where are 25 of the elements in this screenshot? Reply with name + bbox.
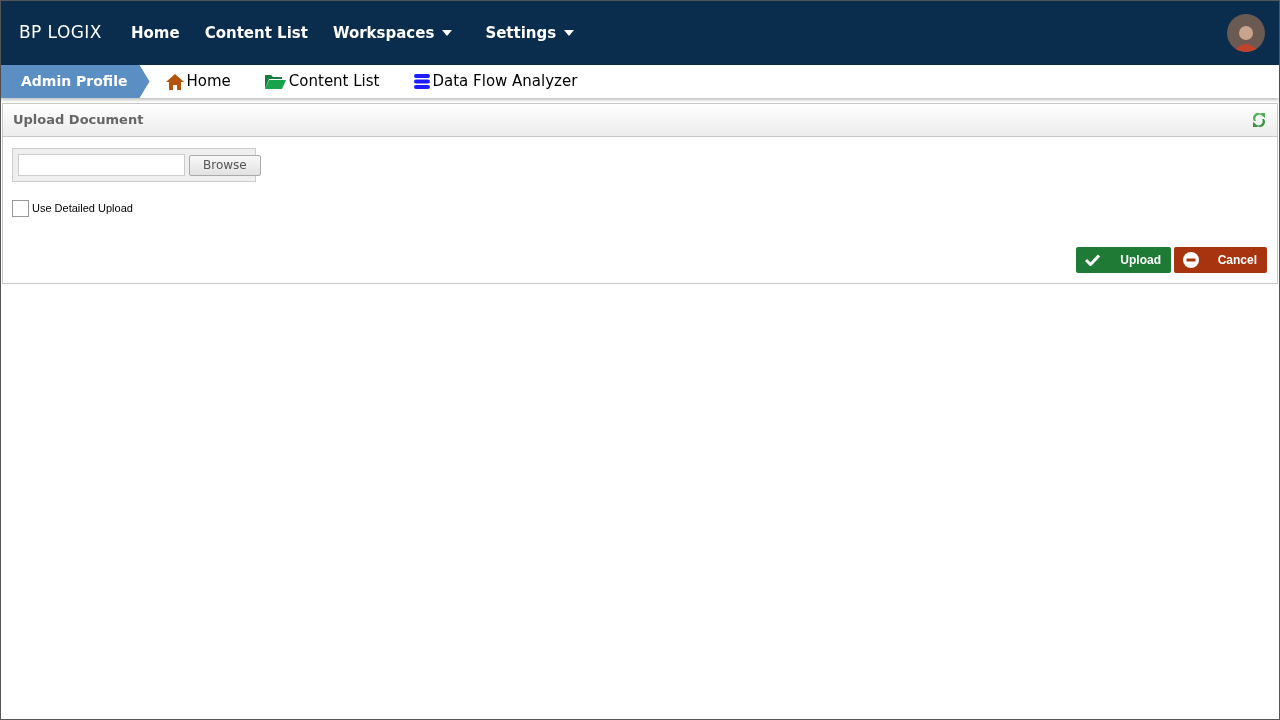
upload-button[interactable]: Upload bbox=[1076, 247, 1171, 273]
caret-icon bbox=[564, 30, 575, 36]
logo: BP LOGIX bbox=[19, 21, 103, 45]
nav-link[interactable]: Content List bbox=[204, 21, 308, 45]
panel-title: Upload Document bbox=[13, 111, 144, 130]
caret-icon bbox=[442, 30, 453, 36]
nav-menu[interactable]: Workspaces bbox=[332, 21, 453, 45]
house-icon bbox=[165, 73, 184, 90]
folder-icon bbox=[264, 74, 286, 89]
checkbox-label: Use Detailed Upload bbox=[32, 201, 133, 217]
cancel-button[interactable]: Cancel bbox=[1174, 247, 1267, 273]
file-path-field[interactable] bbox=[18, 154, 185, 176]
checkbox[interactable] bbox=[12, 200, 29, 217]
minus-circle-icon bbox=[1183, 252, 1199, 268]
avatar[interactable] bbox=[1227, 14, 1265, 52]
breadcrumb-link[interactable]: Home bbox=[165, 70, 231, 93]
breadcrumb-link[interactable]: Data Flow Analyzer bbox=[413, 70, 578, 93]
browse-button[interactable]: Browse bbox=[189, 154, 261, 176]
refresh-icon[interactable] bbox=[1251, 112, 1267, 128]
breadcrumb-current: Admin Profile bbox=[1, 65, 150, 98]
database-icon bbox=[413, 74, 430, 89]
nav-menu[interactable]: Settings bbox=[485, 21, 575, 45]
nav-link[interactable]: Home bbox=[131, 21, 180, 45]
checkmark-icon bbox=[1085, 254, 1100, 266]
breadcrumb-link[interactable]: Content List bbox=[264, 70, 380, 93]
